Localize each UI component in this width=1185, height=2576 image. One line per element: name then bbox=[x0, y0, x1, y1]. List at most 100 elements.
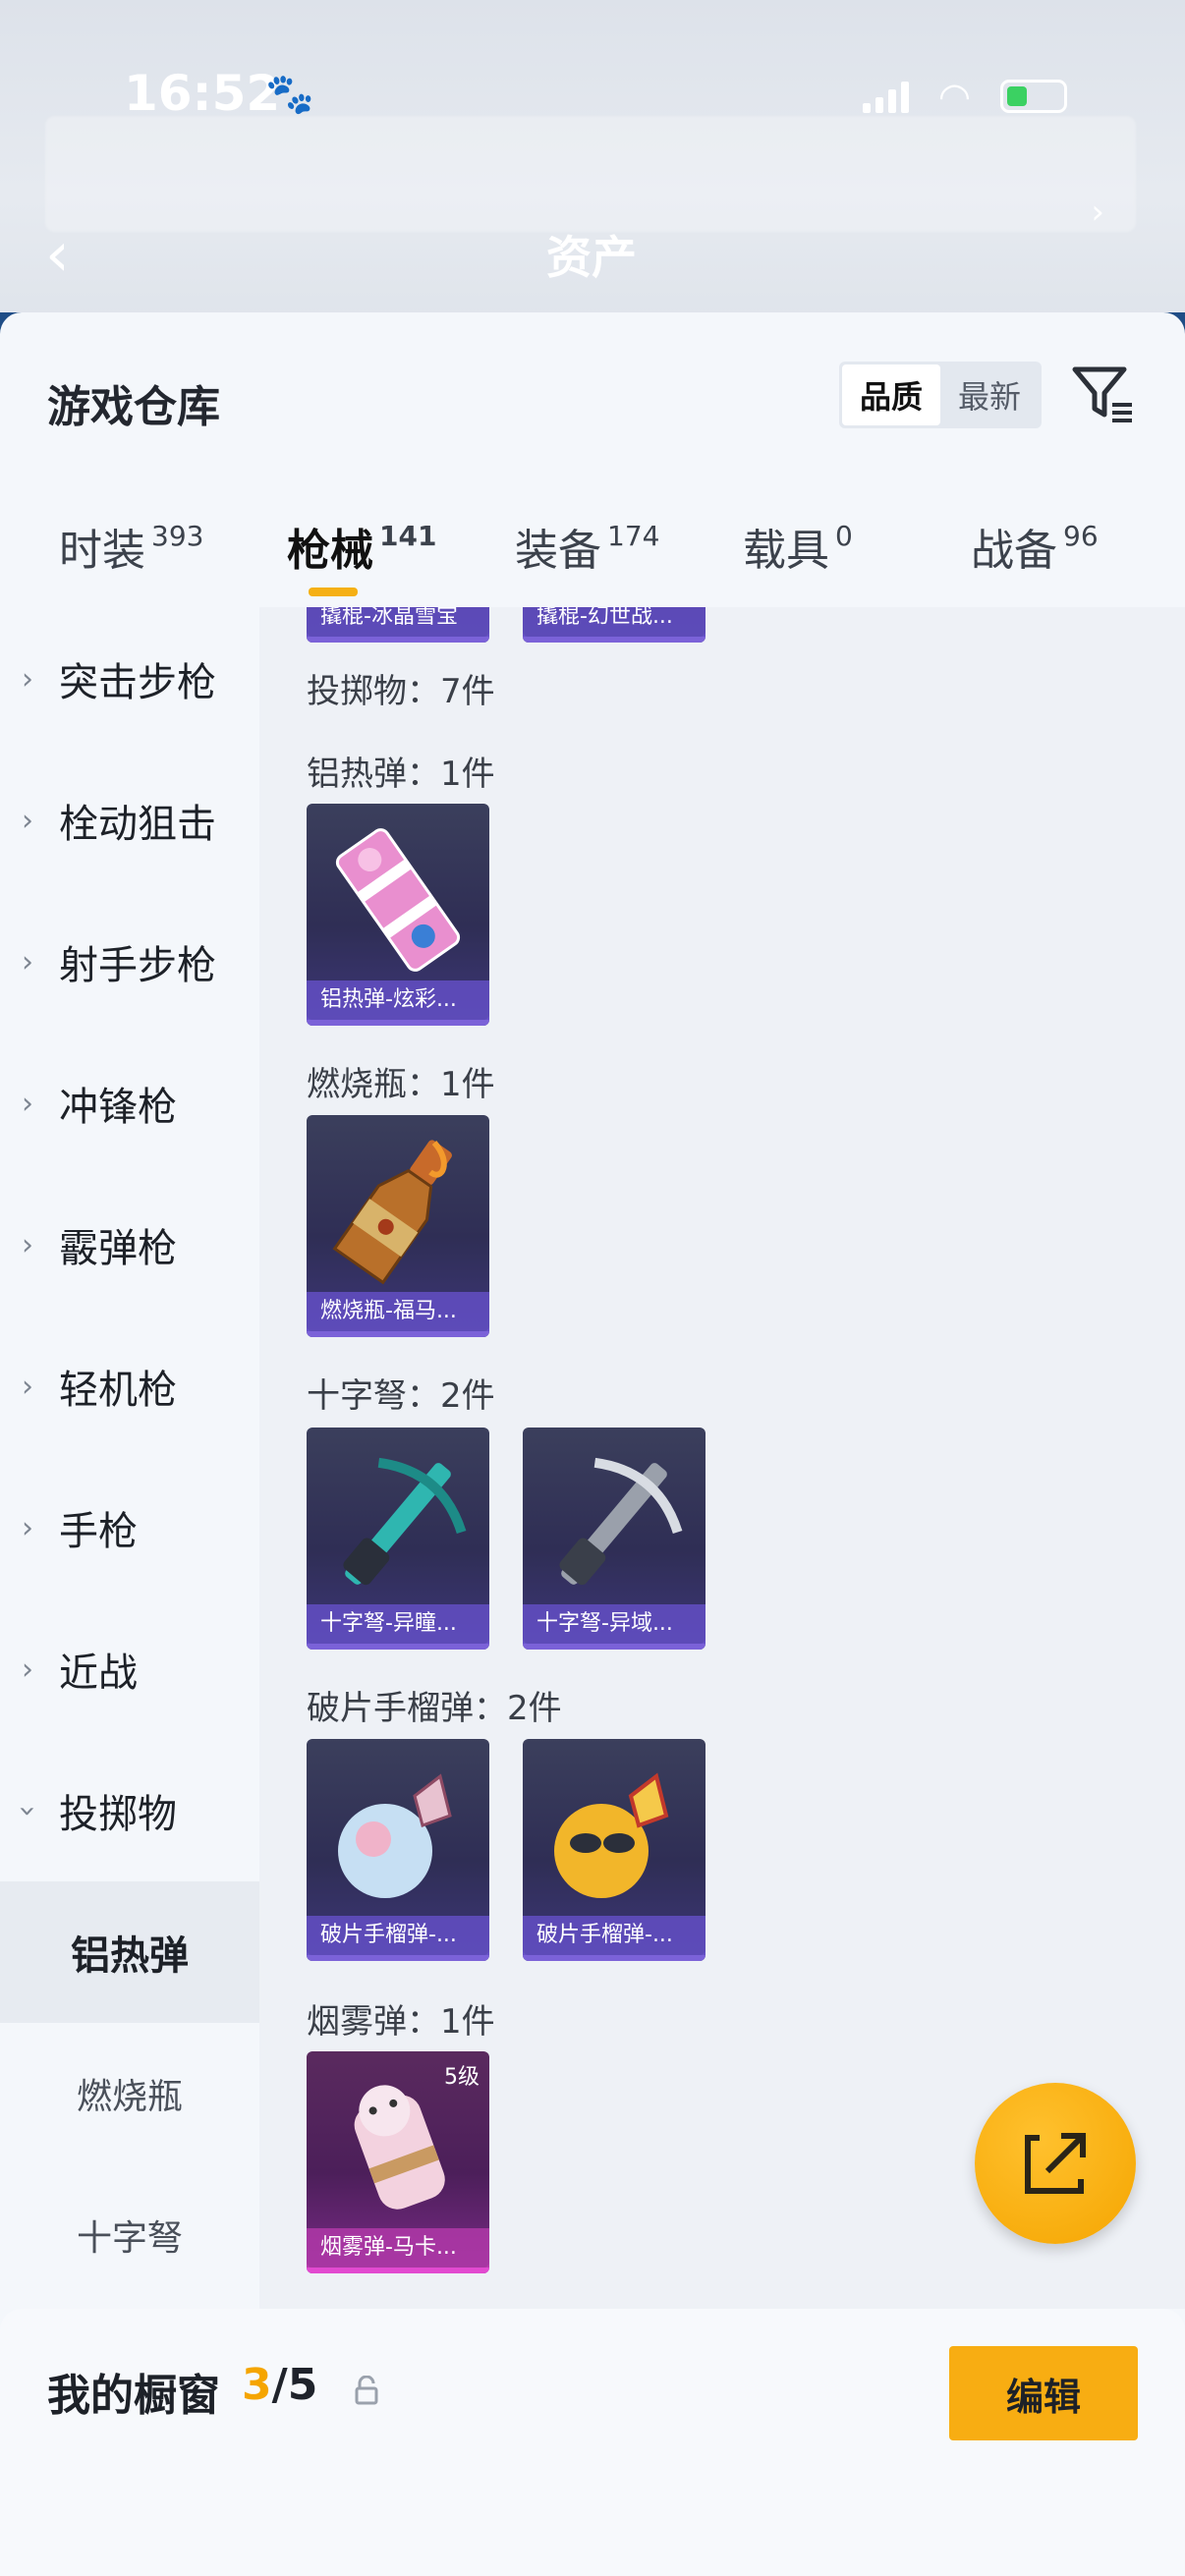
tab-fashion[interactable]: 时装 393 bbox=[59, 515, 203, 578]
item-name: 十字弩-异域... bbox=[523, 1604, 705, 1644]
chevron-right-icon: › bbox=[22, 803, 33, 838]
edit-button[interactable]: 编辑 bbox=[949, 2346, 1138, 2440]
item-name: 撬棍-幻世战... bbox=[523, 607, 705, 637]
item-list: 撬棍-冰晶雪宝 撬棍-幻世战... 投掷物：7件 铝热弹：1件 铝热弹-炫彩..… bbox=[259, 607, 1185, 2309]
paw-icon: 🐾 bbox=[265, 72, 314, 117]
sidebar-item-smg[interactable]: › 冲锋枪 bbox=[0, 1064, 259, 1143]
sheet-title: 游戏仓库 bbox=[47, 382, 220, 432]
section-label: 破片手榴弹：2件 bbox=[307, 1689, 562, 1728]
sidebar-item-label: 栓动狙击 bbox=[59, 802, 216, 847]
section-label: 烟雾弹：1件 bbox=[307, 2002, 495, 2042]
tab-label: 时装 bbox=[59, 526, 145, 576]
wifi-icon: ◠ bbox=[937, 75, 971, 118]
blurred-stats-panel bbox=[45, 116, 1136, 232]
item-name: 破片手榴弹-... bbox=[523, 1916, 705, 1955]
sidebar-item-pistol[interactable]: › 手枪 bbox=[0, 1488, 259, 1567]
chevron-right-icon: › bbox=[22, 1086, 33, 1121]
chevron-right-icon: › bbox=[22, 1652, 33, 1687]
share-icon bbox=[1025, 2133, 1086, 2194]
battery-icon bbox=[1000, 80, 1067, 113]
tab-label: 载具 bbox=[743, 526, 829, 576]
item-name: 铝热弹-炫彩... bbox=[307, 980, 489, 1020]
chevron-right-icon[interactable]: › bbox=[1091, 193, 1104, 232]
sort-quality-button[interactable]: 品质 bbox=[842, 364, 940, 425]
sort-newest-button[interactable]: 最新 bbox=[940, 364, 1039, 425]
chevron-down-icon: › bbox=[10, 1805, 45, 1817]
tab-count: 174 bbox=[607, 520, 660, 552]
tab-firearms[interactable]: 枪械 141 bbox=[287, 515, 436, 578]
chevron-right-icon: › bbox=[22, 1227, 33, 1262]
item-name: 十字弩-异瞳... bbox=[307, 1604, 489, 1644]
item-level-badge: 5级 bbox=[444, 2065, 480, 2090]
showcase-count: 3/5 bbox=[242, 2360, 317, 2410]
molotov-icon bbox=[332, 1140, 452, 1285]
item-card[interactable]: 铝热弹-炫彩... bbox=[307, 804, 489, 1026]
page-title: 资产 bbox=[546, 231, 637, 284]
sidebar: › 突击步枪 › 栓动狙击 › 射手步枪 › 冲锋枪 › 霰弹枪 › 轻机枪 › 手枪 › 近战… bbox=[0, 607, 259, 2309]
sidebar-item-lmg[interactable]: › 轻机枪 bbox=[0, 1347, 259, 1426]
chevron-right-icon: › bbox=[22, 661, 33, 697]
smoke-grenade-icon bbox=[354, 2085, 445, 2210]
item-card[interactable]: 撬棍-冰晶雪宝 bbox=[307, 607, 489, 643]
share-fab[interactable] bbox=[975, 2083, 1136, 2244]
tab-equipment[interactable]: 装备 174 bbox=[515, 515, 659, 578]
item-card[interactable]: 破片手榴弹-... bbox=[523, 1739, 705, 1961]
sidebar-item-bolt-sniper[interactable]: › 栓动狙击 bbox=[0, 781, 259, 860]
tab-tactical[interactable]: 战备 96 bbox=[971, 515, 1099, 578]
chevron-right-icon: › bbox=[22, 1510, 33, 1545]
tab-vehicles[interactable]: 载具 0 bbox=[743, 515, 853, 578]
lock-icon bbox=[355, 2376, 378, 2405]
section-label: 铝热弹：1件 bbox=[307, 755, 495, 794]
sidebar-item-label: 投掷物 bbox=[59, 1792, 177, 1837]
sidebar-item-label: 轻机枪 bbox=[59, 1368, 177, 1413]
tab-count: 393 bbox=[151, 520, 204, 552]
sidebar-item-shotgun[interactable]: › 霰弹枪 bbox=[0, 1205, 259, 1284]
showcase-current: 3 bbox=[242, 2360, 272, 2410]
item-card[interactable]: 十字弩-异域... bbox=[523, 1428, 705, 1650]
showcase-label: 我的橱窗 bbox=[47, 2371, 220, 2421]
back-arrow-icon[interactable]: ‹ bbox=[45, 218, 70, 290]
sidebar-item-marksman-rifle[interactable]: › 射手步枪 bbox=[0, 923, 259, 1001]
chevron-right-icon: › bbox=[22, 944, 33, 980]
tab-count: 96 bbox=[1063, 520, 1099, 552]
tab-label: 装备 bbox=[515, 526, 601, 576]
crossbow-icon bbox=[559, 1457, 683, 1586]
section-label: 燃烧瓶：1件 bbox=[307, 1065, 495, 1104]
item-name: 破片手榴弹-... bbox=[307, 1916, 489, 1955]
frag-grenade-icon bbox=[338, 1773, 452, 1898]
sidebar-item-label: 霰弹枪 bbox=[59, 1226, 177, 1271]
sidebar-item-melee[interactable]: › 近战 bbox=[0, 1630, 259, 1708]
sidebar-item-label: 突击步枪 bbox=[59, 660, 216, 705]
content-area: › 突击步枪 › 栓动狙击 › 射手步枪 › 冲锋枪 › 霰弹枪 › 轻机枪 › 手枪 › 近战… bbox=[0, 607, 1185, 2309]
sidebar-sub-thermite[interactable]: 铝热弹 bbox=[0, 1881, 259, 2023]
group-total: 投掷物：7件 bbox=[307, 672, 495, 711]
warehouse-sheet: 游戏仓库 品质 最新 时装 393 枪械 141 装备 174 载具 0 战备 96 › 突… bbox=[0, 312, 1185, 2576]
sidebar-item-assault-rifle[interactable]: › 突击步枪 bbox=[0, 640, 259, 718]
sidebar-sub-molotov[interactable]: 燃烧瓶 bbox=[0, 2023, 259, 2164]
sidebar-item-throwables[interactable]: › 投掷物 bbox=[0, 1771, 259, 1850]
chevron-right-icon: › bbox=[22, 1369, 33, 1404]
item-card[interactable]: 破片手榴弹-... bbox=[307, 1739, 489, 1961]
category-tabs: 时装 393 枪械 141 装备 174 载具 0 战备 96 bbox=[0, 499, 1185, 607]
sidebar-item-label: 近战 bbox=[59, 1651, 138, 1696]
item-name: 烟雾弹-马卡... bbox=[307, 2228, 489, 2268]
frag-grenade-icon bbox=[554, 1772, 669, 1898]
status-time: 16:52 bbox=[124, 65, 281, 122]
item-name: 燃烧瓶-福马... bbox=[307, 1292, 489, 1331]
item-card[interactable]: 撬棍-幻世战... bbox=[523, 607, 705, 643]
item-card[interactable]: 十字弩-异瞳... bbox=[307, 1428, 489, 1650]
tab-label: 枪械 bbox=[287, 526, 373, 576]
sidebar-sub-crossbow[interactable]: 十字弩 bbox=[0, 2164, 259, 2306]
showcase-separator: / bbox=[271, 2360, 288, 2410]
showcase-total: 5 bbox=[287, 2360, 318, 2410]
item-card[interactable]: 5级 烟雾弹-马卡... bbox=[307, 2051, 489, 2273]
section-label: 十字弩：2件 bbox=[307, 1376, 495, 1416]
item-name: 撬棍-冰晶雪宝 bbox=[307, 607, 489, 637]
thermite-grenade-icon bbox=[335, 828, 461, 972]
filter-icon[interactable] bbox=[1071, 364, 1134, 424]
background-header: 16:52 🐾 ◠ ‹ 资产 › bbox=[0, 0, 1185, 324]
sort-toggle: 品质 最新 bbox=[839, 362, 1042, 428]
item-card[interactable]: 燃烧瓶-福马... bbox=[307, 1115, 489, 1337]
tab-count: 141 bbox=[379, 520, 437, 552]
sidebar-item-label: 射手步枪 bbox=[59, 943, 216, 988]
